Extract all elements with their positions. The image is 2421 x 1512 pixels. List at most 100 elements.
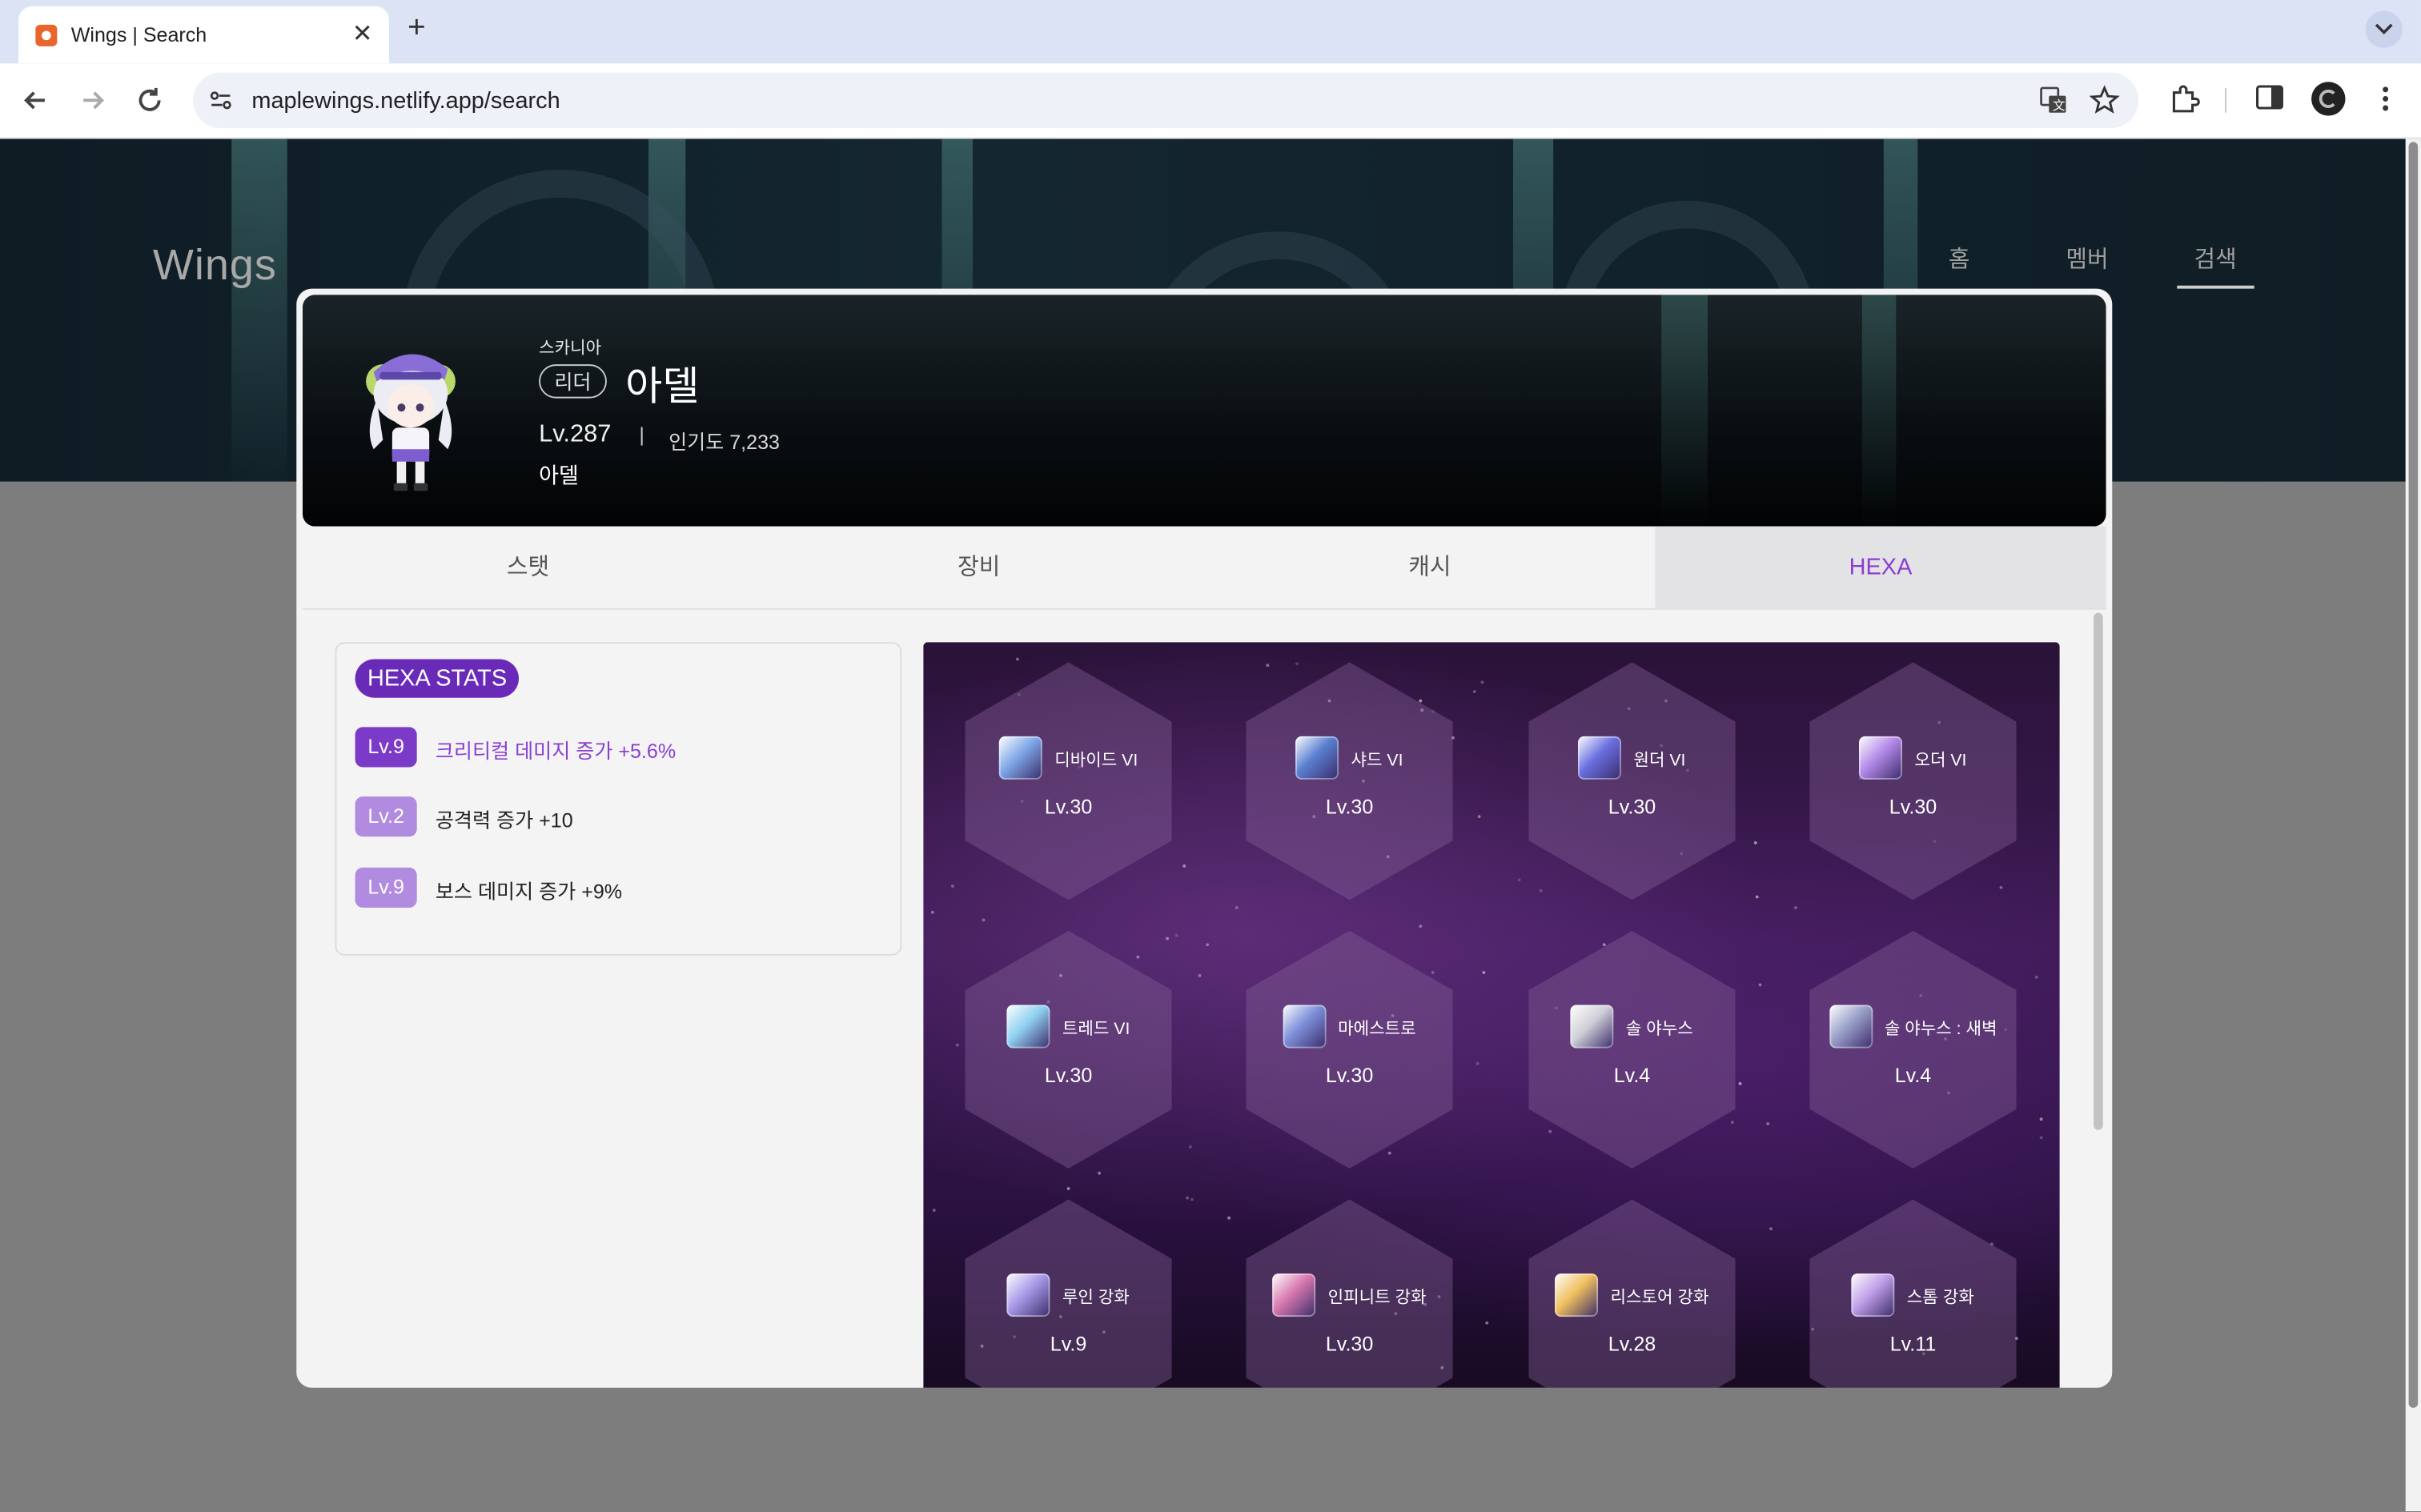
hexa-skill-level: Lv.30 (1044, 795, 1093, 819)
restore-icon (1555, 1273, 1599, 1317)
background-star (1186, 1196, 1189, 1200)
hexa-skill-tile[interactable]: 루인 강화 Lv.9 (965, 1199, 1172, 1388)
hexa-skill-tile[interactable]: 솔 야누스 Lv.4 (1528, 930, 1736, 1169)
background-star (1097, 1171, 1101, 1175)
character-level: Lv.287 (539, 421, 612, 448)
background-star (1603, 943, 1607, 946)
hexa-skill-tile[interactable]: 솔 야누스 : 새벽 Lv.4 (1809, 930, 2017, 1169)
translate-icon[interactable]: 文 (2038, 85, 2070, 116)
background-star (1136, 956, 1140, 960)
tab-equipment[interactable]: 장비 (753, 527, 1204, 608)
tab-cash[interactable]: 캐시 (1204, 527, 1655, 608)
hexa-skill-tile[interactable]: 리스토어 강화 Lv.28 (1528, 1199, 1736, 1388)
hexa-skill-tile[interactable]: 트레드 VI Lv.30 (965, 930, 1172, 1169)
more-vert-icon[interactable] (2375, 82, 2396, 115)
toolbar-divider (2225, 87, 2226, 113)
tab-hexa[interactable]: HEXA (1655, 526, 2106, 608)
hexa-skill-level: Lv.30 (1608, 795, 1656, 819)
background-star (1548, 1130, 1552, 1134)
background-star (950, 884, 954, 888)
info-separator: | (639, 423, 644, 447)
hexa-stats-panel: HEXA STATS Lv.9 크리티컬 데미지 증가 +5.6% Lv.2 공… (335, 642, 902, 956)
storm-icon (1851, 1273, 1895, 1317)
background-star (1387, 1152, 1391, 1156)
nav-home[interactable]: 홈 (1949, 243, 1970, 275)
page-scrollbar-thumb[interactable] (2408, 142, 2419, 1408)
hexa-skill-tile[interactable]: 마에스트로 Lv.30 (1246, 930, 1453, 1169)
content-scrollbar-thumb[interactable] (2094, 612, 2103, 1130)
browser-toolbar: maplewings.netlify.app/search 文 (0, 63, 2421, 139)
browser-tab-strip: Wings | Search ✕ + (0, 0, 2421, 64)
background-star (1475, 1061, 1480, 1065)
hexa-skill-name: 리스토어 강화 (1610, 1289, 1709, 1308)
nav-members[interactable]: 멤버 (2066, 243, 2108, 275)
hexa-skill-level: Lv.9 (1050, 1332, 1087, 1356)
background-star (1206, 943, 1209, 947)
character-job: 아델 (539, 463, 579, 488)
stat-level-badge: Lv.9 (355, 727, 417, 768)
site-logo[interactable]: Wings (153, 241, 277, 291)
background-star (1731, 1121, 1735, 1124)
background-star (1174, 934, 1178, 937)
close-tab-icon[interactable]: ✕ (352, 18, 373, 50)
forward-arrow-icon[interactable] (75, 83, 109, 117)
address-bar[interactable]: maplewings.netlify.app/search 文 (193, 72, 2139, 129)
chevron-down-icon (2375, 23, 2393, 34)
hexa-skill-name: 루인 강화 (1062, 1289, 1130, 1308)
svg-text:文: 文 (2053, 98, 2065, 113)
hexa-skill-tile[interactable]: 오더 VI Lv.30 (1809, 662, 2017, 900)
tab-stat[interactable]: 스탯 (303, 527, 753, 608)
character-tabs: 스탯 장비 캐시 HEXA (302, 526, 2106, 610)
site-favicon-icon (35, 24, 58, 46)
hexa-skill-level: Lv.30 (1325, 1332, 1374, 1356)
hexa-skill-tile[interactable]: 스톰 강화 Lv.11 (1809, 1199, 2017, 1388)
background-star (1198, 973, 1202, 977)
back-arrow-icon[interactable] (18, 83, 52, 117)
new-tab-icon[interactable]: + (408, 10, 426, 46)
hexa-skill-tile[interactable]: 디바이드 VI Lv.30 (965, 662, 1172, 900)
divide-icon (998, 736, 1042, 780)
page-scrollbar[interactable] (2405, 138, 2421, 1512)
background-star (982, 918, 985, 922)
character-profile-header: 스카니아 리더 아델 Lv.287 | 인기도 7,233 아델 (302, 295, 2106, 527)
side-panel-icon[interactable] (2254, 82, 2286, 113)
background-star (933, 1208, 937, 1212)
background-star (1482, 970, 1486, 974)
background-star (1739, 1082, 1743, 1086)
hexa-skill-board: 디바이드 VI Lv.30 샤드 VI Lv.30 원더 VI Lv.30 오더 VI Lv.… (923, 642, 2060, 1388)
background-star (931, 911, 934, 915)
ruin-icon (1006, 1273, 1050, 1317)
background-star (1182, 864, 1186, 868)
character-avatar-image (366, 354, 456, 491)
tab-search-button[interactable] (2365, 10, 2403, 48)
hexa-skill-level: Lv.28 (1608, 1332, 1656, 1356)
site-settings-icon[interactable] (208, 88, 233, 113)
hexa-skill-name: 스톰 강화 (1906, 1289, 1974, 1308)
hexa-skill-name: 인피니트 강화 (1327, 1289, 1427, 1308)
background-star (1235, 906, 1238, 909)
browser-tab[interactable]: Wings | Search ✕ (18, 6, 389, 64)
world-name: 스카니아 (539, 339, 602, 359)
background-star (956, 1044, 959, 1048)
background-star (1166, 936, 1170, 940)
stat-description: 공격력 증가 +10 (435, 808, 573, 832)
background-star (1485, 1321, 1489, 1324)
background-star (1066, 1187, 1070, 1191)
extensions-puzzle-icon[interactable] (2168, 82, 2202, 115)
url-text[interactable]: maplewings.netlify.app/search (251, 88, 560, 114)
nav-search[interactable]: 검색 (2194, 243, 2236, 275)
wonder-icon (1577, 736, 1621, 780)
stat-description: 보스 데미지 증가 +9% (435, 880, 623, 904)
hexa-skill-name: 트레드 VI (1062, 1020, 1130, 1039)
profile-avatar[interactable] (2311, 82, 2346, 116)
hexa-skill-name: 오더 VI (1914, 752, 1967, 771)
hexa-skill-tile[interactable]: 샤드 VI Lv.30 (1246, 662, 1453, 900)
stat-description: 크리티컬 데미지 증가 +5.6% (435, 739, 677, 763)
content-scrollbar[interactable] (2090, 610, 2106, 1388)
hexa-skill-tile[interactable]: 원더 VI Lv.30 (1528, 662, 1736, 900)
reload-icon[interactable] (133, 83, 167, 117)
character-fame: 인기도 7,233 (668, 431, 780, 454)
bookmark-star-icon[interactable] (2089, 85, 2120, 116)
sol-janus-dawn-icon (1829, 1005, 1873, 1049)
hexa-skill-tile[interactable]: 인피니트 강화 Lv.30 (1246, 1199, 1453, 1388)
